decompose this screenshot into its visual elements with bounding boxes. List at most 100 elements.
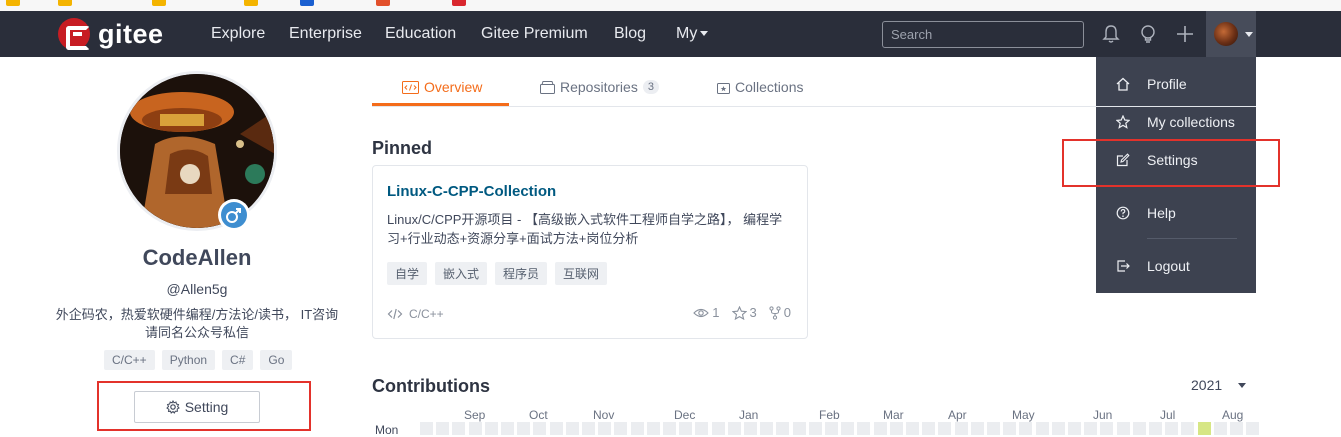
contribution-cell[interactable] (1100, 422, 1114, 435)
repository-icon (540, 80, 555, 94)
gitee-logo[interactable]: gitee (58, 18, 164, 50)
skill-tag[interactable]: C# (222, 350, 254, 370)
contribution-cell[interactable] (663, 422, 676, 435)
contribution-cell[interactable] (825, 422, 838, 435)
nav-link-explore[interactable]: Explore (211, 25, 265, 43)
contribution-cell[interactable] (1132, 422, 1146, 435)
contribution-cell[interactable] (1197, 422, 1211, 435)
menu-item-help[interactable]: Help (1096, 195, 1256, 231)
contribution-cell[interactable] (906, 422, 919, 435)
contribution-cell[interactable] (776, 422, 790, 435)
contribution-cell[interactable] (1213, 422, 1227, 435)
bookmark-icon[interactable] (152, 0, 166, 6)
contribution-cell[interactable] (987, 422, 1000, 435)
contribution-cell[interactable] (533, 422, 547, 435)
year-selector[interactable]: 2021 (1191, 377, 1247, 393)
contribution-cell[interactable] (711, 422, 725, 435)
search-input[interactable] (882, 21, 1084, 48)
menu-item-my-collections[interactable]: My collections (1096, 104, 1256, 140)
contribution-cell[interactable] (922, 422, 936, 435)
profile-avatar[interactable] (117, 71, 277, 231)
contribution-cell[interactable] (760, 422, 774, 435)
contribution-cell[interactable] (744, 422, 757, 435)
contribution-cell[interactable] (630, 422, 644, 435)
contribution-cell[interactable] (598, 422, 612, 435)
contribution-cell[interactable] (517, 422, 531, 435)
contribution-cell[interactable] (889, 422, 903, 435)
contribution-cell[interactable] (1084, 422, 1098, 435)
bookmark-icon[interactable] (58, 0, 72, 6)
repo-tag[interactable]: 程序员 (495, 262, 548, 285)
watchers-stat[interactable]: 1 (693, 305, 720, 320)
contribution-cell[interactable] (1035, 422, 1049, 435)
repo-tag[interactable]: 嵌入式 (435, 262, 488, 285)
contribution-cell[interactable] (1068, 422, 1081, 435)
contribution-cell[interactable] (679, 422, 693, 435)
tab-collections[interactable]: Collections (717, 79, 803, 95)
forks-stat[interactable]: 0 (769, 305, 791, 320)
contribution-cell[interactable] (582, 422, 595, 435)
skill-tag[interactable]: Go (260, 350, 293, 370)
bookmark-icon[interactable] (244, 0, 258, 6)
contribution-cell[interactable] (792, 422, 806, 435)
nav-my-menu[interactable]: My (676, 25, 709, 43)
tab-repositories[interactable]: Repositories 3 (540, 79, 659, 95)
repo-tag[interactable]: 互联网 (555, 262, 608, 285)
plus-icon[interactable] (1174, 23, 1196, 45)
star-icon (1116, 115, 1130, 129)
bookmark-bar (0, 0, 1341, 11)
nav-link-enterprise[interactable]: Enterprise (289, 25, 362, 43)
contribution-cell[interactable] (549, 422, 563, 435)
contribution-cell[interactable] (808, 422, 822, 435)
nav-link-blog[interactable]: Blog (614, 25, 646, 43)
bell-icon[interactable] (1100, 23, 1122, 45)
contribution-cell[interactable] (1230, 422, 1243, 435)
nav-link-education[interactable]: Education (385, 25, 456, 43)
skill-tag[interactable]: C/C++ (104, 350, 155, 370)
contribution-cell[interactable] (1003, 422, 1017, 435)
stars-stat[interactable]: 3 (731, 305, 757, 320)
contribution-cell[interactable] (646, 422, 660, 435)
menu-item-logout[interactable]: Logout (1096, 248, 1256, 284)
profile-bio: 外企码农，热爱软硬件编程/方法论/读书， IT咨询请同名公众号私信 (55, 307, 339, 340)
bookmark-icon[interactable] (376, 0, 390, 6)
user-menu-button[interactable] (1206, 11, 1256, 57)
contribution-cell[interactable] (1116, 422, 1130, 435)
contribution-cell[interactable] (420, 422, 433, 435)
tab-overview[interactable]: Overview (402, 79, 482, 95)
contribution-cell[interactable] (1019, 422, 1033, 435)
lightbulb-icon[interactable] (1137, 23, 1159, 45)
contribution-cell[interactable] (484, 422, 498, 435)
contribution-cell[interactable] (1246, 422, 1260, 435)
chevron-down-icon (1238, 382, 1247, 388)
contribution-cell[interactable] (727, 422, 741, 435)
repo-name-link[interactable]: Linux-C-CPP-Collection (387, 183, 556, 200)
contribution-cell[interactable] (938, 422, 952, 435)
setting-button[interactable]: Setting (134, 391, 260, 423)
contribution-cell[interactable] (1165, 422, 1179, 435)
skill-tag[interactable]: Python (161, 350, 216, 370)
contribution-cell[interactable] (501, 422, 514, 435)
bookmark-icon[interactable] (452, 0, 466, 6)
contribution-cell[interactable] (614, 422, 628, 435)
contribution-cell[interactable] (970, 422, 984, 435)
star-icon (731, 305, 747, 320)
contribution-cell[interactable] (695, 422, 709, 435)
pinned-heading: Pinned (372, 138, 433, 158)
contribution-cell[interactable] (565, 422, 579, 435)
contribution-cell[interactable] (873, 422, 887, 435)
contribution-cell[interactable] (436, 422, 450, 435)
bookmark-icon[interactable] (300, 0, 314, 6)
contribution-cell[interactable] (452, 422, 466, 435)
contribution-cell[interactable] (1181, 422, 1195, 435)
contribution-cell[interactable] (954, 422, 968, 435)
repo-tag[interactable]: 自学 (387, 262, 428, 285)
bookmark-icon[interactable] (6, 0, 20, 6)
contribution-cell[interactable] (1149, 422, 1162, 435)
nav-link-gitee-premium[interactable]: Gitee Premium (481, 25, 588, 43)
contribution-cell[interactable] (841, 422, 855, 435)
top-navbar: gitee Explore Enterprise Education Gitee… (0, 11, 1341, 57)
contribution-cell[interactable] (857, 422, 871, 435)
contribution-cell[interactable] (1051, 422, 1065, 435)
contribution-cell[interactable] (468, 422, 482, 435)
